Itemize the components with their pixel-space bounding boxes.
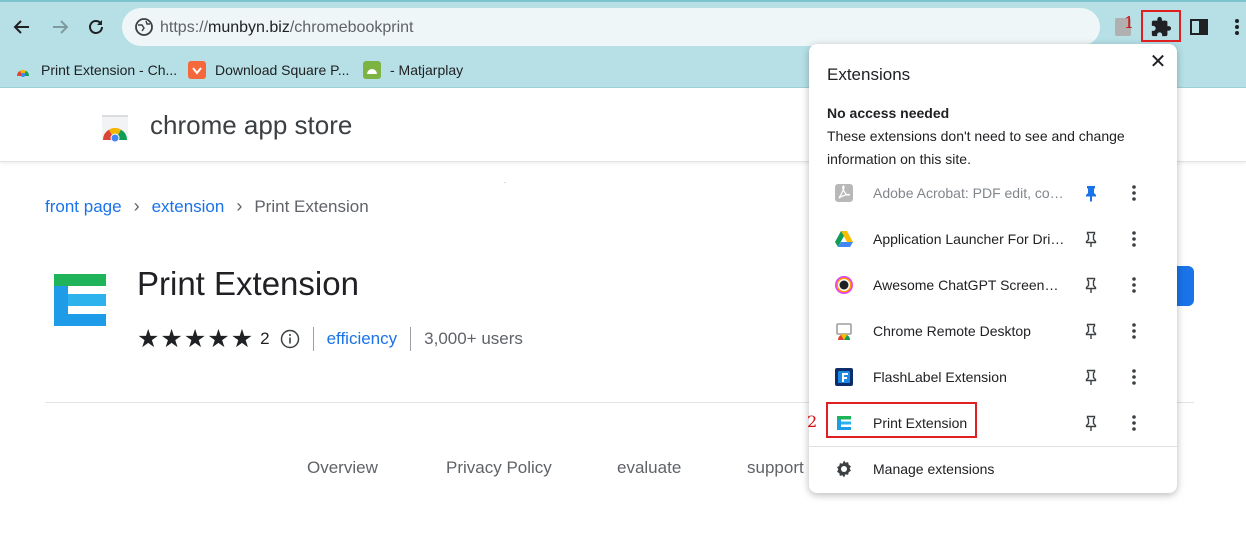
pin-outline-icon[interactable] <box>1081 229 1101 249</box>
extension-name: Chrome Remote Desktop <box>873 323 1031 339</box>
reload-icon <box>89 20 103 34</box>
more-vertical-icon[interactable] <box>1124 275 1144 295</box>
star-icon: ★ <box>207 324 230 353</box>
reload-button[interactable] <box>81 12 111 42</box>
divider <box>410 327 412 351</box>
extension-row-adobe-acrobat[interactable]: Adobe Acrobat: PDF edit, convert, sign t… <box>809 171 1177 215</box>
extension-title: Print Extension <box>137 265 359 302</box>
more-vertical-icon[interactable] <box>1124 229 1144 249</box>
chevron-right-icon: › <box>236 196 243 216</box>
extension-name: Awesome ChatGPT Screenshot & Screen Reco… <box>873 277 1065 293</box>
site-info-icon[interactable] <box>134 17 154 37</box>
manage-extensions-label: Manage extensions <box>873 461 995 477</box>
star-icon: ★ <box>230 324 254 353</box>
adobe-acrobat-icon <box>835 184 853 202</box>
breadcrumb: front page › extension › Print Extension <box>45 196 369 217</box>
extension-name: Adobe Acrobat: PDF edit, convert, sign t… <box>873 185 1065 201</box>
tab-privacy-policy[interactable]: Privacy Policy <box>446 458 552 478</box>
star-icon: ★ <box>160 324 183 353</box>
annotation-step-1: 1 <box>1124 13 1135 32</box>
print-extension-logo <box>54 274 106 326</box>
star-rating: ★ ★ ★ ★ ★ <box>137 324 254 353</box>
address-bar[interactable]: https://munbyn.biz/chromebookprint <box>122 8 1100 46</box>
section-title: No access needed <box>827 105 950 121</box>
pin-outline-icon[interactable] <box>1081 367 1101 387</box>
bookmark-download-square[interactable]: Download Square P... <box>188 58 349 82</box>
annotation-step-2: 2 <box>807 412 818 431</box>
breadcrumb-home-link[interactable]: front page <box>45 197 122 217</box>
screenshot-camera-icon <box>835 276 853 294</box>
pin-outline-icon[interactable] <box>1081 275 1101 295</box>
star-icon: ★ <box>137 324 160 353</box>
side-panel-icon <box>1190 19 1208 35</box>
forward-arrow-icon <box>53 20 69 34</box>
category-link[interactable]: efficiency <box>327 329 398 349</box>
chevron-right-icon: › <box>133 196 140 216</box>
android-icon <box>363 61 381 79</box>
pin-outline-icon[interactable] <box>1081 413 1101 433</box>
forward-button[interactable] <box>45 12 75 42</box>
extension-row-chrome-remote-desktop[interactable]: Chrome Remote Desktop <box>809 309 1177 353</box>
bookmark-matjarplay[interactable]: - Matjarplay <box>363 58 463 82</box>
decorative-dot <box>504 182 506 183</box>
bookmark-print-extension[interactable]: Print Extension - Ch... <box>14 58 177 82</box>
rating-row: ★ ★ ★ ★ ★ 2 efficiency 3,000+ users <box>137 324 523 354</box>
breadcrumb-category-link[interactable]: extension <box>152 197 225 217</box>
manage-extensions-item[interactable]: Manage extensions <box>809 449 1177 489</box>
flashlabel-icon <box>835 368 853 386</box>
more-vertical-icon <box>1235 19 1239 35</box>
section-description: These extensions don't need to see and c… <box>827 128 1125 167</box>
browser-menu-button[interactable] <box>1224 14 1246 40</box>
extensions-menu-title: Extensions <box>827 65 911 84</box>
extension-row-flashlabel[interactable]: FlashLabel Extension <box>809 355 1177 399</box>
more-vertical-icon[interactable] <box>1124 367 1144 387</box>
annotation-box-print-extension <box>826 402 977 438</box>
pin-filled-icon[interactable] <box>1081 183 1101 203</box>
menu-divider <box>809 446 1177 447</box>
info-icon[interactable] <box>280 329 300 349</box>
annotation-box-extensions-button <box>1141 10 1181 42</box>
star-icon: ★ <box>183 324 207 353</box>
tab-overview[interactable]: Overview <box>307 458 378 478</box>
back-arrow-icon <box>13 20 29 34</box>
extension-name: Application Launcher For Drive (by Googl… <box>873 231 1065 247</box>
user-count: 3,000+ users <box>424 329 523 348</box>
tab-evaluate[interactable]: evaluate <box>617 458 681 478</box>
pin-outline-icon[interactable] <box>1081 321 1101 341</box>
extension-row-awesome-chatgpt-screenshot[interactable]: Awesome ChatGPT Screenshot & Screen Reco… <box>809 263 1177 307</box>
more-vertical-icon[interactable] <box>1124 413 1144 433</box>
tab-support[interactable]: support <box>747 458 804 478</box>
google-drive-icon <box>835 231 853 247</box>
divider <box>312 327 314 351</box>
extension-row-application-launcher[interactable]: Application Launcher For Drive (by Googl… <box>809 217 1177 261</box>
rating-count[interactable]: 2 <box>260 329 269 349</box>
extension-name: FlashLabel Extension <box>873 369 1007 385</box>
breadcrumb-current: Print Extension <box>254 196 369 216</box>
gear-icon <box>837 460 851 478</box>
side-panel-button[interactable] <box>1186 14 1212 40</box>
url-text: https://munbyn.biz/chromebookprint <box>160 19 414 36</box>
app-root: https://munbyn.biz/chromebookprint Print… <box>0 0 1246 534</box>
chrome-webstore-logo[interactable] <box>100 112 130 142</box>
store-title[interactable]: chrome app store <box>150 110 352 141</box>
more-vertical-icon[interactable] <box>1124 321 1144 341</box>
remote-desktop-icon <box>836 323 852 340</box>
close-icon[interactable]: ✕ <box>1148 52 1168 72</box>
more-vertical-icon[interactable] <box>1124 183 1144 203</box>
chrome-webstore-icon <box>14 61 32 79</box>
back-button[interactable] <box>7 12 37 42</box>
square-app-icon <box>188 61 206 79</box>
